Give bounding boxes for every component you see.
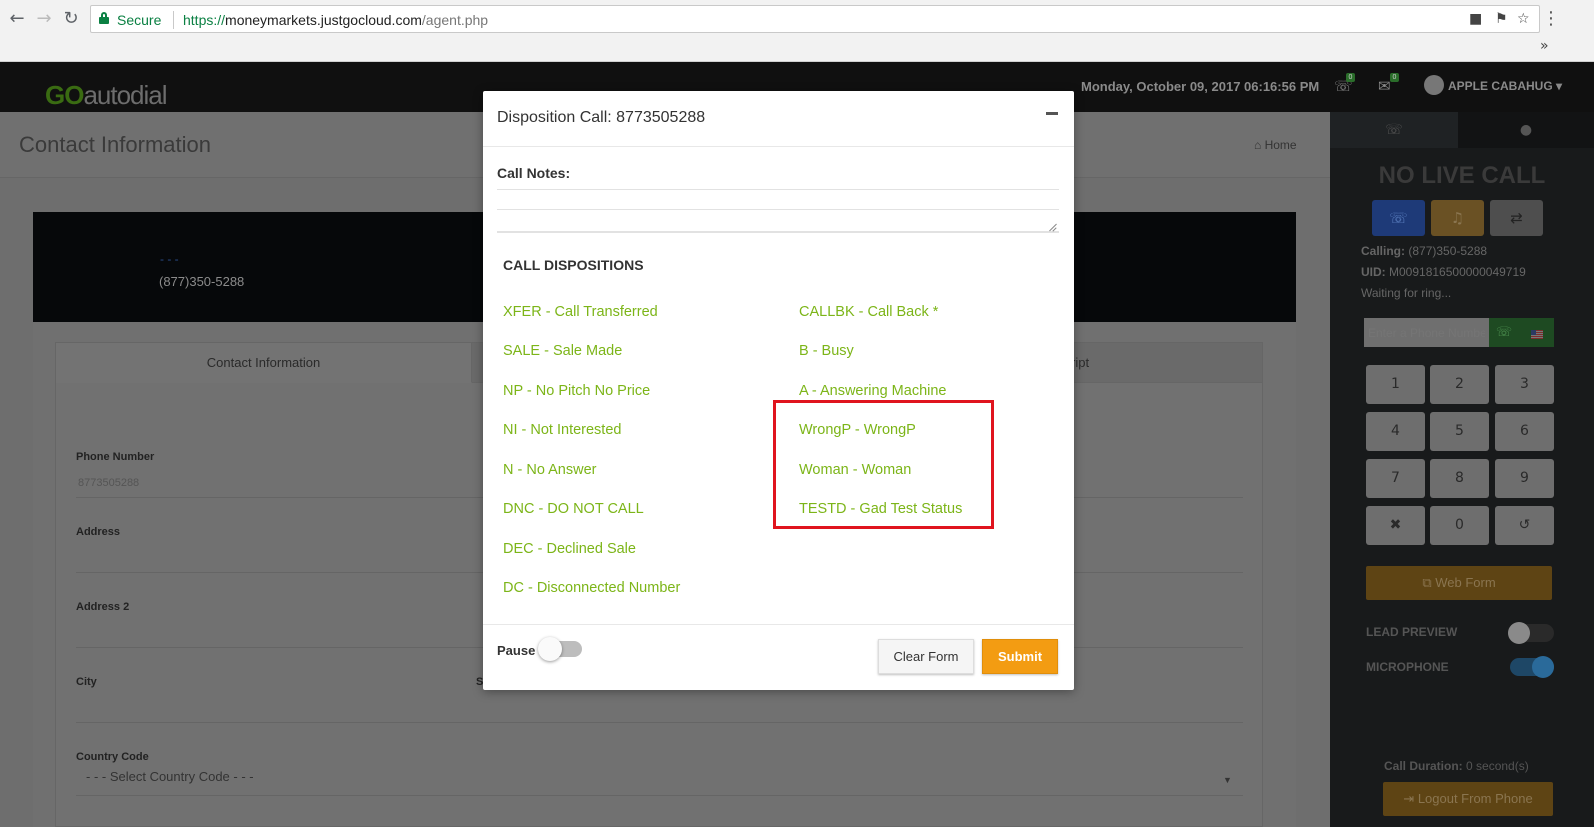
disposition-option[interactable]: CALLBK - Call Back * <box>799 304 938 320</box>
keypad-key[interactable]: 6 <box>1495 412 1554 451</box>
breadcrumb[interactable]: ⌂ Home <box>1254 138 1297 152</box>
keypad-key[interactable]: 9 <box>1495 459 1554 498</box>
browser-menu-icon[interactable]: ⋮ <box>1542 8 1560 29</box>
resize-handle-icon[interactable] <box>1048 223 1057 232</box>
messages-icon[interactable]: ✉ <box>1378 77 1391 95</box>
page-title: Contact Information <box>19 132 211 157</box>
waiting-status: Waiting for ring... <box>1361 286 1452 300</box>
disposition-option[interactable]: SALE - Sale Made <box>503 343 622 359</box>
highlight-annotation <box>773 400 994 529</box>
keypad-key[interactable]: 7 <box>1366 459 1425 498</box>
us-flag-icon <box>1530 330 1543 339</box>
phone-number-field[interactable]: 8773505288 <box>78 477 139 489</box>
disposition-option[interactable]: XFER - Call Transferred <box>503 304 658 320</box>
bookmarks-overflow-icon[interactable]: » <box>1540 38 1549 54</box>
avatar[interactable] <box>1424 75 1444 95</box>
calls-badge: 0 <box>1346 73 1355 82</box>
disposition-option[interactable]: NP - No Pitch No Price <box>503 383 650 399</box>
url-text[interactable]: https://moneymarkets.justgocloud.com/age… <box>183 12 488 28</box>
lead-preview-label: LEAD PREVIEW <box>1366 625 1458 639</box>
call-notes-label: Call Notes: <box>497 165 571 181</box>
address-label: Address <box>76 526 121 538</box>
chevron-down-icon: ▼ <box>1223 775 1232 785</box>
country-code-label: Country Code <box>76 751 149 763</box>
disposition-option[interactable]: DNC - DO NOT CALL <box>503 501 644 517</box>
pause-toggle[interactable] <box>538 637 582 661</box>
call-duration: Call Duration: 0 second(s) <box>1384 759 1529 773</box>
lead-preview-toggle[interactable] <box>1508 622 1554 644</box>
calling-info: Calling: (877)350-5288 <box>1361 244 1488 258</box>
phone-icon: ☏ <box>1495 325 1513 340</box>
bookmark-star-icon[interactable]: ☆ <box>1517 11 1530 27</box>
logout-phone-button[interactable]: ⇥ Logout From Phone <box>1383 782 1553 816</box>
shuffle-icon: ⇄ <box>1510 209 1523 227</box>
city-label: City <box>76 676 97 688</box>
microphone-toggle[interactable] <box>1510 656 1554 678</box>
disposition-option[interactable]: DC - Disconnected Number <box>503 580 680 596</box>
music-button[interactable]: ♫ <box>1431 200 1484 236</box>
contact-phone: (877)350-5288 <box>159 274 245 289</box>
call-status: NO LIVE CALL <box>1378 162 1546 189</box>
reload-icon[interactable]: ↻ <box>60 8 82 30</box>
secure-label: Secure <box>117 12 162 28</box>
phone-number-label: Phone Number <box>76 451 155 463</box>
keypad-key[interactable]: 0 <box>1430 506 1489 545</box>
disposition-option[interactable]: N - No Answer <box>503 462 596 478</box>
forward-icon[interactable]: → <box>33 8 55 30</box>
keypad-key[interactable]: 3 <box>1495 365 1554 404</box>
phone-icon: ☏ <box>1385 122 1403 138</box>
disposition-modal: Disposition Call: 8773505288 Call Notes:… <box>483 91 1074 690</box>
pause-label: Pause <box>497 643 536 658</box>
disposition-option[interactable]: B - Busy <box>799 343 854 359</box>
disposition-option[interactable]: A - Answering Machine <box>799 383 947 399</box>
uid-info: UID: M0091816500000049719 <box>1361 265 1526 279</box>
transfer-button[interactable]: ⇄ <box>1490 200 1543 236</box>
header-datetime: Monday, October 09, 2017 06:16:56 PM <box>1081 79 1320 94</box>
disposition-option[interactable]: DEC - Declined Sale <box>503 541 636 557</box>
user-menu[interactable]: APPLE CABAHUG ▾ <box>1448 79 1562 93</box>
keypad-key[interactable]: 4 <box>1366 412 1425 451</box>
keypad-key[interactable]: 2 <box>1430 365 1489 404</box>
tab-dialer[interactable]: ☏ <box>1330 112 1458 148</box>
phone-number-input[interactable] <box>1364 318 1489 347</box>
back-icon[interactable]: ← <box>6 8 28 30</box>
tab-contact-information[interactable]: Contact Information <box>56 343 472 383</box>
tab-agent[interactable]: ● <box>1458 112 1594 148</box>
submit-button[interactable]: Submit <box>982 639 1058 674</box>
sign-out-icon: ⇥ <box>1403 791 1415 806</box>
lock-icon <box>99 12 109 24</box>
modal-title: Disposition Call: 8773505288 <box>497 109 706 126</box>
camera-icon[interactable]: ■ <box>1469 11 1482 27</box>
browser-chrome: ← → ↻ Secure https://moneymarkets.justgo… <box>0 0 1594 62</box>
disposition-option[interactable]: NI - Not Interested <box>503 422 621 438</box>
minimize-icon[interactable] <box>1046 112 1058 115</box>
contact-name: - - - <box>160 252 179 266</box>
external-link-icon: ⧉ <box>1422 575 1432 590</box>
clear-form-button[interactable]: Clear Form <box>878 639 974 674</box>
country-flag-button[interactable] <box>1519 318 1554 347</box>
messages-badge: 0 <box>1390 73 1399 82</box>
dial-call-button[interactable]: ☏ <box>1489 318 1519 347</box>
goautodial-logo[interactable]: GOautodial <box>45 80 168 111</box>
extension-icon[interactable]: ⚑ <box>1495 11 1508 27</box>
microphone-label: MICROPHONE <box>1366 660 1449 674</box>
keypad-key[interactable]: ✖ <box>1366 506 1425 545</box>
user-icon: ● <box>1519 122 1533 138</box>
call-notes-input[interactable] <box>497 209 1059 233</box>
music-icon: ♫ <box>1450 209 1465 227</box>
call-dispositions-heading: CALL DISPOSITIONS <box>503 257 644 273</box>
phone-icon: ☏ <box>1389 209 1408 227</box>
address2-label: Address 2 <box>76 601 130 613</box>
keypad-key[interactable]: 5 <box>1430 412 1489 451</box>
web-form-button[interactable]: ⧉ Web Form <box>1366 566 1552 600</box>
keypad-key[interactable]: ↺ <box>1495 506 1554 545</box>
home-icon: ⌂ <box>1254 138 1262 152</box>
country-code-select[interactable]: - - - Select Country Code - - - <box>86 769 254 784</box>
keypad-key[interactable]: 8 <box>1430 459 1489 498</box>
dial-button[interactable]: ☏ <box>1372 200 1425 236</box>
keypad-key[interactable]: 1 <box>1366 365 1425 404</box>
address-bar[interactable]: Secure https://moneymarkets.justgocloud.… <box>90 5 1540 33</box>
agent-dialer-panel: ☏ ● NO LIVE CALL ☏ ♫ ⇄ Calling: (877)350… <box>1330 112 1594 827</box>
